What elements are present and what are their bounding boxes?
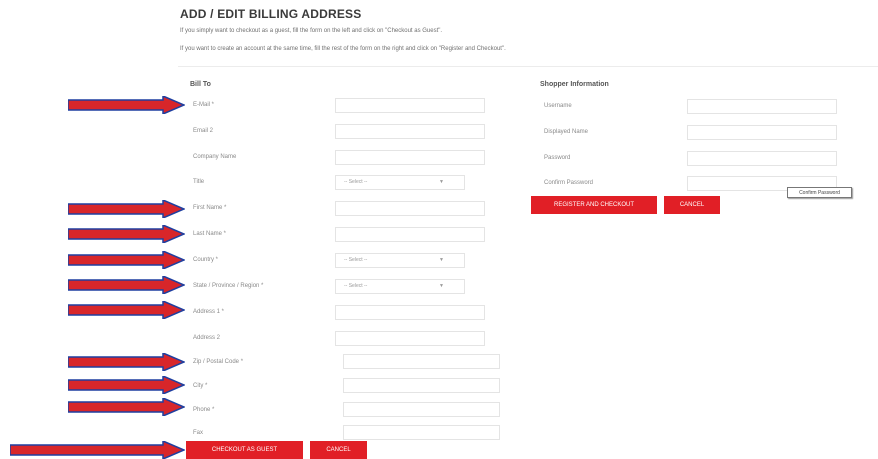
company-name-field[interactable] — [335, 150, 485, 165]
city-label: City * — [193, 383, 208, 389]
bill-to-cancel-button[interactable]: CANCEL — [310, 441, 367, 459]
country-select[interactable]: -- Select -- ▼ — [335, 253, 465, 268]
username-field[interactable] — [687, 99, 837, 114]
red-arrow-icon — [68, 376, 185, 394]
red-arrow-icon — [68, 276, 185, 294]
red-arrow-icon — [68, 398, 185, 416]
confirm-password-label: Confirm Password — [544, 180, 594, 186]
username-label: Username — [544, 103, 572, 109]
shopper-information-heading: Shopper Information — [540, 81, 609, 88]
address2-label: Address 2 — [193, 335, 221, 341]
country-label: Country * — [193, 257, 219, 263]
company-name-label: Company Name — [193, 154, 237, 160]
register-and-checkout-button[interactable]: REGISTER AND CHECKOUT — [531, 196, 657, 214]
email-field[interactable] — [335, 98, 485, 113]
address1-label: Address 1 * — [193, 309, 225, 315]
title-select[interactable]: -- Select -- ▼ — [335, 175, 465, 190]
phone-label: Phone * — [193, 407, 215, 413]
zip-field[interactable] — [343, 354, 500, 369]
last-name-field[interactable] — [335, 227, 485, 242]
displayed-name-label: Displayed Name — [544, 129, 589, 135]
first-name-field[interactable] — [335, 201, 485, 216]
red-arrow-icon — [68, 225, 185, 243]
state-select[interactable]: -- Select -- ▼ — [335, 279, 465, 294]
fax-label: Fax — [193, 430, 204, 436]
red-arrow-icon — [68, 301, 185, 319]
checkout-as-guest-button[interactable]: CHECKOUT AS GUEST — [186, 441, 303, 459]
chevron-down-icon: ▼ — [439, 179, 444, 185]
last-name-label: Last Name * — [193, 231, 227, 237]
password-field[interactable] — [687, 151, 837, 166]
state-select-value: -- Select -- — [344, 283, 368, 289]
first-name-label: First Name * — [193, 205, 227, 211]
bill-to-heading: Bill To — [190, 81, 211, 88]
intro-register-text: If you want to create an account at the … — [180, 46, 506, 52]
address1-field[interactable] — [335, 305, 485, 320]
chevron-down-icon: ▼ — [439, 257, 444, 263]
red-arrow-icon — [68, 200, 185, 218]
address2-field[interactable] — [335, 331, 485, 346]
country-select-value: -- Select -- — [344, 257, 368, 263]
red-arrow-icon — [68, 251, 185, 269]
phone-field[interactable] — [343, 402, 500, 417]
page-title: ADD / EDIT BILLING ADDRESS — [180, 7, 362, 21]
section-divider — [178, 66, 878, 67]
password-label: Password — [544, 155, 571, 161]
red-arrow-icon — [68, 353, 185, 371]
email2-label: Email 2 — [193, 128, 214, 134]
city-field[interactable] — [343, 378, 500, 393]
red-arrow-icon — [68, 96, 185, 114]
title-label: Title — [193, 179, 205, 185]
shopper-cancel-button[interactable]: CANCEL — [664, 196, 720, 214]
fax-field[interactable] — [343, 425, 500, 440]
email2-field[interactable] — [335, 124, 485, 139]
intro-guest-text: If you simply want to checkout as a gues… — [180, 28, 443, 34]
title-select-value: -- Select -- — [344, 179, 368, 185]
chevron-down-icon: ▼ — [439, 283, 444, 289]
state-label: State / Province / Region * — [193, 283, 264, 289]
displayed-name-field[interactable] — [687, 125, 837, 140]
red-arrow-icon — [10, 441, 185, 459]
email-label: E-Mail * — [193, 102, 215, 108]
confirm-password-tooltip: Confirm Password — [787, 187, 852, 198]
zip-label: Zip / Postal Code * — [193, 359, 244, 365]
